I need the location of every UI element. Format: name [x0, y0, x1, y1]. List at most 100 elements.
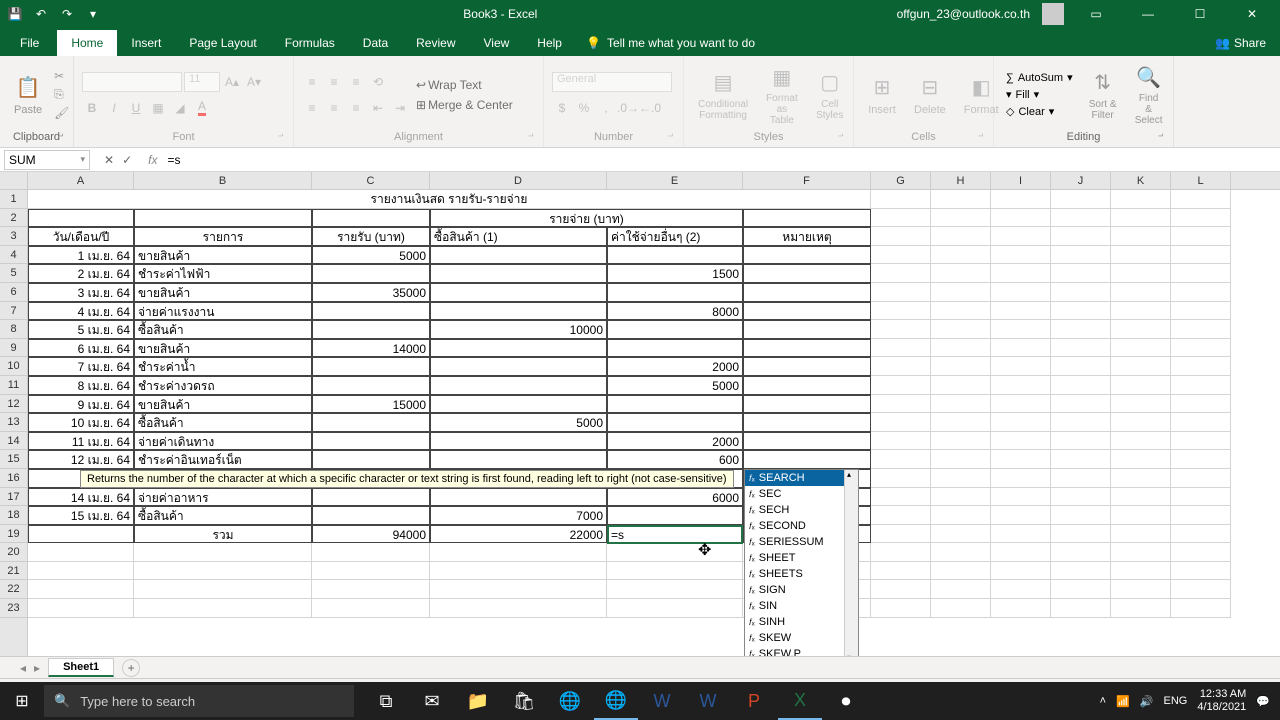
cell[interactable]: [607, 246, 743, 265]
cell[interactable]: 4 เม.ย. 64: [28, 302, 134, 321]
redo-icon[interactable]: ↷: [56, 3, 78, 25]
cell[interactable]: รายรับ (บาท): [312, 227, 430, 246]
align-top-icon[interactable]: ≡: [302, 72, 322, 92]
cell[interactable]: [931, 246, 991, 265]
cell[interactable]: 8000: [607, 302, 743, 321]
autocomplete-item[interactable]: 𝑓ₓSERIESSUM: [745, 534, 858, 550]
cell[interactable]: [991, 413, 1051, 432]
find-select-button[interactable]: 🔍Find & Select: [1129, 61, 1169, 128]
cell[interactable]: [871, 413, 931, 432]
cell[interactable]: [1111, 580, 1171, 599]
cell[interactable]: [1111, 488, 1171, 507]
col-header-G[interactable]: G: [871, 172, 931, 189]
cell[interactable]: [1171, 580, 1231, 599]
cell[interactable]: จ่ายค่าแรงงาน: [134, 302, 312, 321]
cell[interactable]: ชำระค่าน้ำ: [134, 357, 312, 376]
cell[interactable]: [1051, 339, 1111, 358]
row-header-22[interactable]: 22: [0, 580, 27, 599]
cell[interactable]: [1111, 283, 1171, 302]
autocomplete-item[interactable]: 𝑓ₓSINH: [745, 614, 858, 630]
cell[interactable]: 5000: [312, 246, 430, 265]
cell[interactable]: [991, 525, 1051, 544]
recorder-icon[interactable]: ⏺: [824, 682, 868, 720]
cell[interactable]: [743, 450, 871, 469]
cell[interactable]: [1051, 469, 1111, 488]
sheet-prev-icon[interactable]: ◂: [20, 661, 26, 675]
cell[interactable]: [1111, 543, 1171, 562]
autocomplete-scrollbar[interactable]: [844, 470, 858, 656]
cell[interactable]: [743, 432, 871, 451]
cell[interactable]: [931, 264, 991, 283]
cell[interactable]: [931, 599, 991, 618]
cell[interactable]: [1171, 488, 1231, 507]
autocomplete-item[interactable]: 𝑓ₓSHEETS: [745, 566, 858, 582]
qat-more-icon[interactable]: ▾: [82, 3, 104, 25]
cell[interactable]: [1111, 506, 1171, 525]
cell[interactable]: [607, 413, 743, 432]
tray-chevron-icon[interactable]: ˄: [1100, 695, 1106, 707]
cell[interactable]: [607, 506, 743, 525]
row-header-3[interactable]: 3: [0, 227, 27, 246]
add-sheet-button[interactable]: +: [122, 659, 140, 677]
insert-cells-button[interactable]: ⊞Insert: [862, 72, 902, 118]
cell[interactable]: [1111, 302, 1171, 321]
wrap-text-button[interactable]: ↩Wrap Text: [416, 78, 513, 92]
cell[interactable]: [28, 599, 134, 618]
cell[interactable]: [312, 432, 430, 451]
cell[interactable]: ซื้อสินค้า: [134, 506, 312, 525]
cell[interactable]: [871, 376, 931, 395]
mail-icon[interactable]: ✉: [410, 682, 454, 720]
cell[interactable]: [430, 450, 607, 469]
cell[interactable]: ซื้อสินค้า: [134, 413, 312, 432]
cell[interactable]: [991, 432, 1051, 451]
cell[interactable]: [312, 562, 430, 581]
sheet-tab-1[interactable]: Sheet1: [48, 658, 114, 677]
cell[interactable]: [743, 395, 871, 414]
cell[interactable]: [1171, 357, 1231, 376]
cell[interactable]: [607, 395, 743, 414]
taskbar-search[interactable]: 🔍Type here to search: [44, 685, 354, 717]
cell[interactable]: [1111, 599, 1171, 618]
autocomplete-item[interactable]: 𝑓ₓSIGN: [745, 582, 858, 598]
row-header-18[interactable]: 18: [0, 506, 27, 525]
cell[interactable]: [312, 599, 430, 618]
row-header-17[interactable]: 17: [0, 488, 27, 507]
cell[interactable]: [931, 339, 991, 358]
cell[interactable]: 11 เม.ย. 64: [28, 432, 134, 451]
cell[interactable]: 3 เม.ย. 64: [28, 283, 134, 302]
cell[interactable]: [931, 469, 991, 488]
cell[interactable]: [1111, 339, 1171, 358]
autocomplete-item[interactable]: 𝑓ₓSKEW.P: [745, 646, 858, 656]
cell[interactable]: [871, 190, 931, 209]
cell[interactable]: [871, 599, 931, 618]
col-header-L[interactable]: L: [1171, 172, 1231, 189]
cell[interactable]: [1051, 413, 1111, 432]
format-cells-button[interactable]: ◧Format: [958, 72, 1005, 118]
col-header-K[interactable]: K: [1111, 172, 1171, 189]
col-header-I[interactable]: I: [991, 172, 1051, 189]
autocomplete-item[interactable]: 𝑓ₓSECOND: [745, 518, 858, 534]
cell[interactable]: [1111, 246, 1171, 265]
autocomplete-item[interactable]: 𝑓ₓSEC: [745, 486, 858, 502]
sheet-next-icon[interactable]: ▸: [34, 661, 40, 675]
format-table-button[interactable]: ▦Format as Table: [760, 61, 804, 128]
cell[interactable]: [1171, 320, 1231, 339]
cell[interactable]: [430, 432, 607, 451]
cell[interactable]: [430, 357, 607, 376]
cell[interactable]: [607, 339, 743, 358]
cell[interactable]: [1111, 395, 1171, 414]
align-mid-icon[interactable]: ≡: [324, 72, 344, 92]
cell[interactable]: 5000: [430, 413, 607, 432]
cell[interactable]: [871, 506, 931, 525]
row-header-2[interactable]: 2: [0, 209, 27, 228]
cell[interactable]: [1111, 469, 1171, 488]
cell[interactable]: [743, 357, 871, 376]
cell[interactable]: [931, 227, 991, 246]
cell[interactable]: 35000: [312, 283, 430, 302]
cell[interactable]: [1051, 543, 1111, 562]
minimize-icon[interactable]: —: [1128, 0, 1168, 28]
cell[interactable]: [871, 357, 931, 376]
fx-icon[interactable]: fx: [148, 153, 157, 167]
orientation-icon[interactable]: ⟲: [368, 72, 388, 92]
share-button[interactable]: 👥Share: [1201, 30, 1280, 56]
